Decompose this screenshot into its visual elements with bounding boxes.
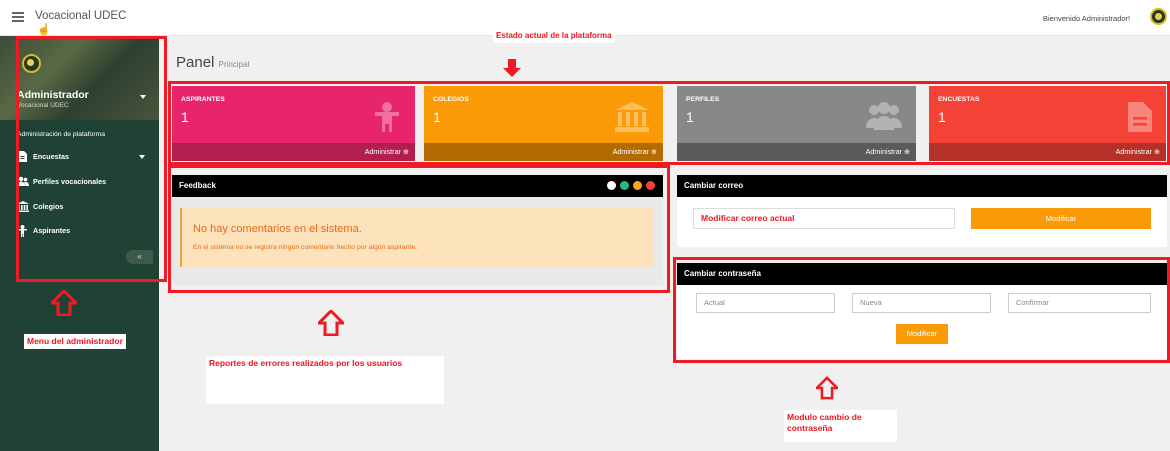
new-password-input[interactable]: Nueva xyxy=(852,293,991,313)
change-email-title: Cambiar correo xyxy=(677,175,1167,197)
users-icon xyxy=(866,102,902,132)
card-value: 1 xyxy=(181,109,189,125)
sidebar-item-label: Perfiles vocacionales xyxy=(33,177,107,186)
hand-cursor-icon: ☝ xyxy=(37,24,51,36)
feedback-title: Feedback xyxy=(172,175,663,197)
arrow-up-icon xyxy=(318,310,344,336)
document-icon xyxy=(17,151,29,162)
minimize-icon[interactable] xyxy=(633,181,642,190)
udec-logo-icon xyxy=(1150,8,1167,25)
app-title[interactable]: Vocacional UDEC xyxy=(35,10,126,22)
annotation-platform-state: Estado actual de la plataforma xyxy=(493,29,615,44)
administrar-link[interactable]: Administrar xyxy=(1116,147,1152,156)
page-title: Panel Principal xyxy=(176,54,250,71)
users-icon xyxy=(17,176,29,187)
admin-name: Administrador xyxy=(17,89,89,101)
change-password-title: Cambiar contraseña xyxy=(677,263,1167,285)
arrow-down-icon xyxy=(503,59,521,77)
sidebar-item-aspirantes[interactable]: Aspirantes xyxy=(17,225,71,237)
document-icon xyxy=(1128,102,1152,132)
email-input[interactable]: Modificar correo actual xyxy=(693,208,955,229)
arrow-circle-icon: ⊕ xyxy=(650,147,657,156)
bank-icon xyxy=(17,201,29,212)
refresh-icon[interactable] xyxy=(620,181,629,190)
modify-password-button[interactable]: Modificar xyxy=(896,324,948,344)
current-password-input[interactable]: Actual xyxy=(696,293,835,313)
alert-text: En el sistema no se registra ningún come… xyxy=(193,244,418,251)
arrow-circle-icon: ⊕ xyxy=(903,147,910,156)
card-encuestas: ENCUESTAS 1 Administrar ⊕ xyxy=(929,86,1166,161)
annotation-admin-menu: Menu del administrador xyxy=(24,334,126,350)
card-label: ENCUESTAS xyxy=(938,96,980,103)
arrow-circle-icon: ⊕ xyxy=(1153,147,1160,156)
profile-panel: Administrador Vocacional UDEC xyxy=(0,36,159,120)
card-footer[interactable]: Administrar ⊕ xyxy=(424,143,663,161)
collapse-sidebar-button[interactable]: « xyxy=(126,250,153,264)
sidebar-item-label: Colegios xyxy=(33,202,64,211)
modify-email-button[interactable]: Modificar xyxy=(971,208,1151,229)
no-comments-alert: No hay comentarios en el sistema. En el … xyxy=(180,208,654,267)
administrar-link[interactable]: Administrar xyxy=(866,147,902,156)
profile-dropdown-icon[interactable] xyxy=(140,95,146,99)
card-label: ASPIRANTES xyxy=(181,96,225,103)
admin-subtitle: Vocacional UDEC xyxy=(17,102,69,109)
confirm-password-input[interactable]: Confirmar xyxy=(1008,293,1151,313)
child-icon xyxy=(373,102,401,132)
welcome-text: Bienvenido Administrador! xyxy=(1043,14,1131,23)
arrow-up-icon xyxy=(816,376,838,400)
close-icon[interactable] xyxy=(646,181,655,190)
arrow-up-icon xyxy=(51,290,77,316)
administrar-link[interactable]: Administrar xyxy=(365,147,401,156)
card-value: 1 xyxy=(686,109,694,125)
sidebar-item-label: Aspirantes xyxy=(33,226,71,235)
arrow-circle-icon: ⊕ xyxy=(402,147,409,156)
chevron-down-icon xyxy=(139,155,145,159)
sidebar-item-label: Encuestas xyxy=(33,152,69,161)
card-perfiles: PERFILES 1 Administrar ⊕ xyxy=(677,86,916,161)
bank-icon xyxy=(615,102,649,132)
card-footer[interactable]: Administrar ⊕ xyxy=(677,143,916,161)
card-value: 1 xyxy=(938,109,946,125)
feedback-controls xyxy=(607,181,655,190)
person-icon xyxy=(17,225,29,237)
card-colegios: COLEGIOS 1 Administrar ⊕ xyxy=(424,86,663,161)
check-icon[interactable] xyxy=(607,181,616,190)
annotation-password-module: Modulo cambio de contraseña xyxy=(784,410,897,442)
card-aspirantes: ASPIRANTES 1 Administrar ⊕ xyxy=(172,86,415,161)
card-label: PERFILES xyxy=(686,96,720,103)
card-value: 1 xyxy=(433,109,441,125)
menu-section-title: Administración de plataforma xyxy=(17,131,106,138)
card-footer[interactable]: Administrar ⊕ xyxy=(929,143,1166,161)
sidebar-item-perfiles[interactable]: Perfiles vocacionales xyxy=(17,176,106,187)
profile-logo-icon xyxy=(22,54,41,73)
card-footer[interactable]: Administrar ⊕ xyxy=(172,143,415,161)
annotation-error-reports: Reportes de errores realizados por los u… xyxy=(206,356,444,404)
administrar-link[interactable]: Administrar xyxy=(613,147,649,156)
alert-title: No hay comentarios en el sistema. xyxy=(193,223,362,235)
sidebar: Administrador Vocacional UDEC Administra… xyxy=(0,36,159,451)
sidebar-item-encuestas[interactable]: Encuestas xyxy=(17,151,145,162)
sidebar-item-colegios[interactable]: Colegios xyxy=(17,201,63,212)
card-label: COLEGIOS xyxy=(433,96,469,103)
menu-icon[interactable] xyxy=(12,12,24,22)
